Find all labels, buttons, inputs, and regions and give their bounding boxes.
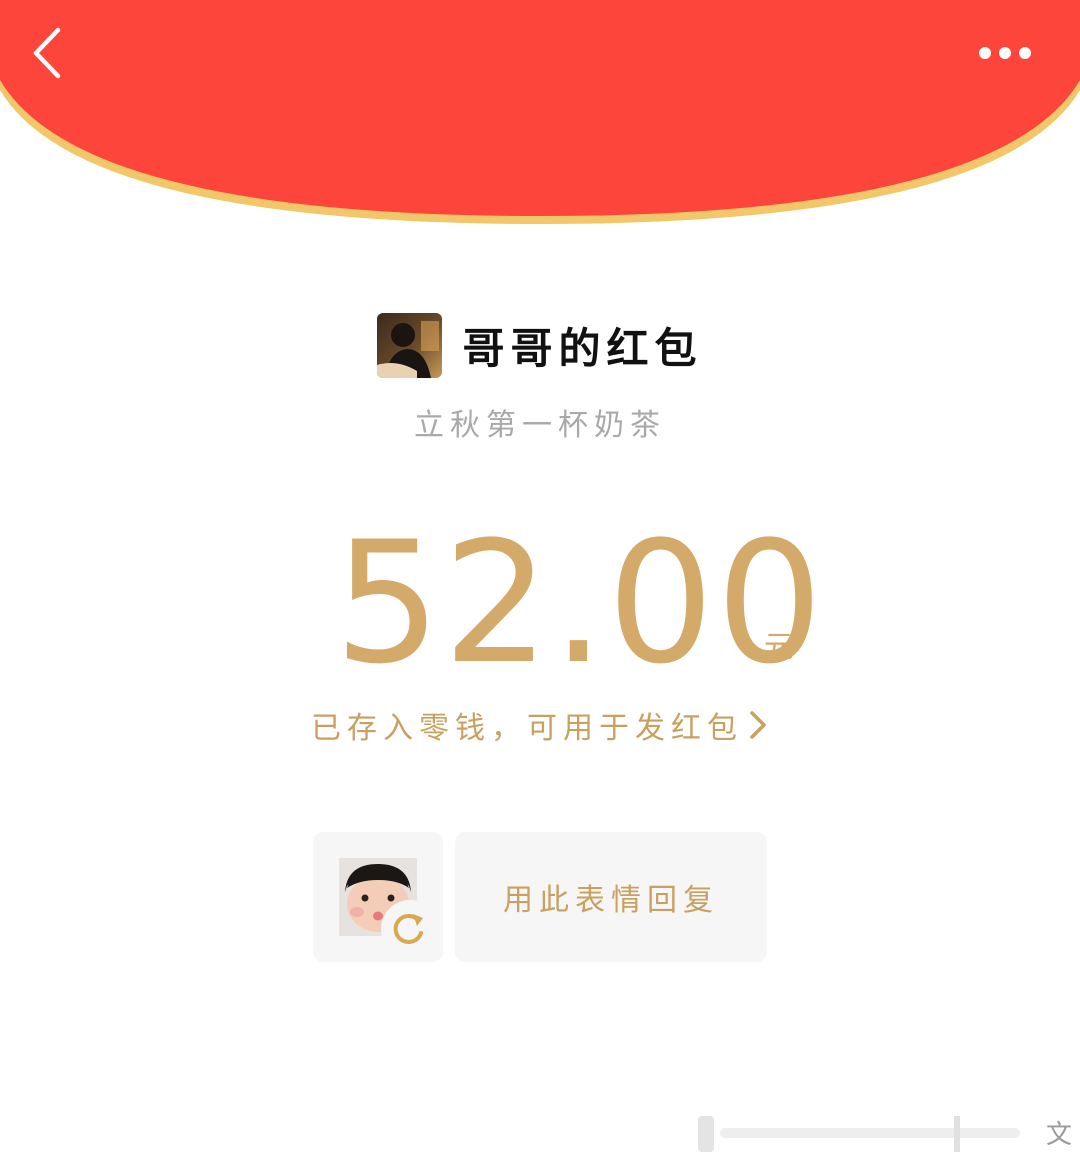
avatar[interactable] [377, 312, 443, 378]
more-options-button[interactable] [968, 30, 1040, 76]
reply-with-sticker-button[interactable]: 用此表情回复 [455, 832, 767, 962]
blessing-message: 立秋第一杯奶茶 [414, 408, 666, 443]
watermark-mark [698, 1116, 1020, 1152]
currency-unit: 元 [764, 630, 794, 665]
back-button[interactable] [22, 22, 78, 86]
envelope-flap-shape [0, 0, 1080, 224]
wallet-note-link[interactable]: 已存入零钱，可用于发红包 [0, 700, 1080, 750]
wallet-note-text: 已存入零钱，可用于发红包 [311, 711, 743, 746]
chevron-left-icon [33, 27, 61, 79]
chevron-right-icon [750, 711, 766, 739]
amount-row: 52.00 元 [0, 518, 1080, 688]
watermark-text: 文 [1046, 1120, 1073, 1150]
more-dots-icon [979, 47, 1031, 59]
refresh-icon [393, 914, 423, 944]
red-envelope-header [0, 0, 1080, 240]
red-packet-detail-page: 哥哥的红包 立秋第一杯奶茶 52.00 元 已存入零钱，可用于发红包 用此表情回… [0, 0, 1080, 1160]
sender-avatar-photo [377, 312, 443, 378]
refresh-sticker-button[interactable] [381, 900, 439, 958]
amount-value: 52.00 [334, 505, 825, 701]
sticker-selector[interactable] [313, 832, 443, 962]
sender-title: 哥哥的红包 [462, 323, 703, 373]
sender-row: 哥哥的红包 [0, 310, 1080, 380]
